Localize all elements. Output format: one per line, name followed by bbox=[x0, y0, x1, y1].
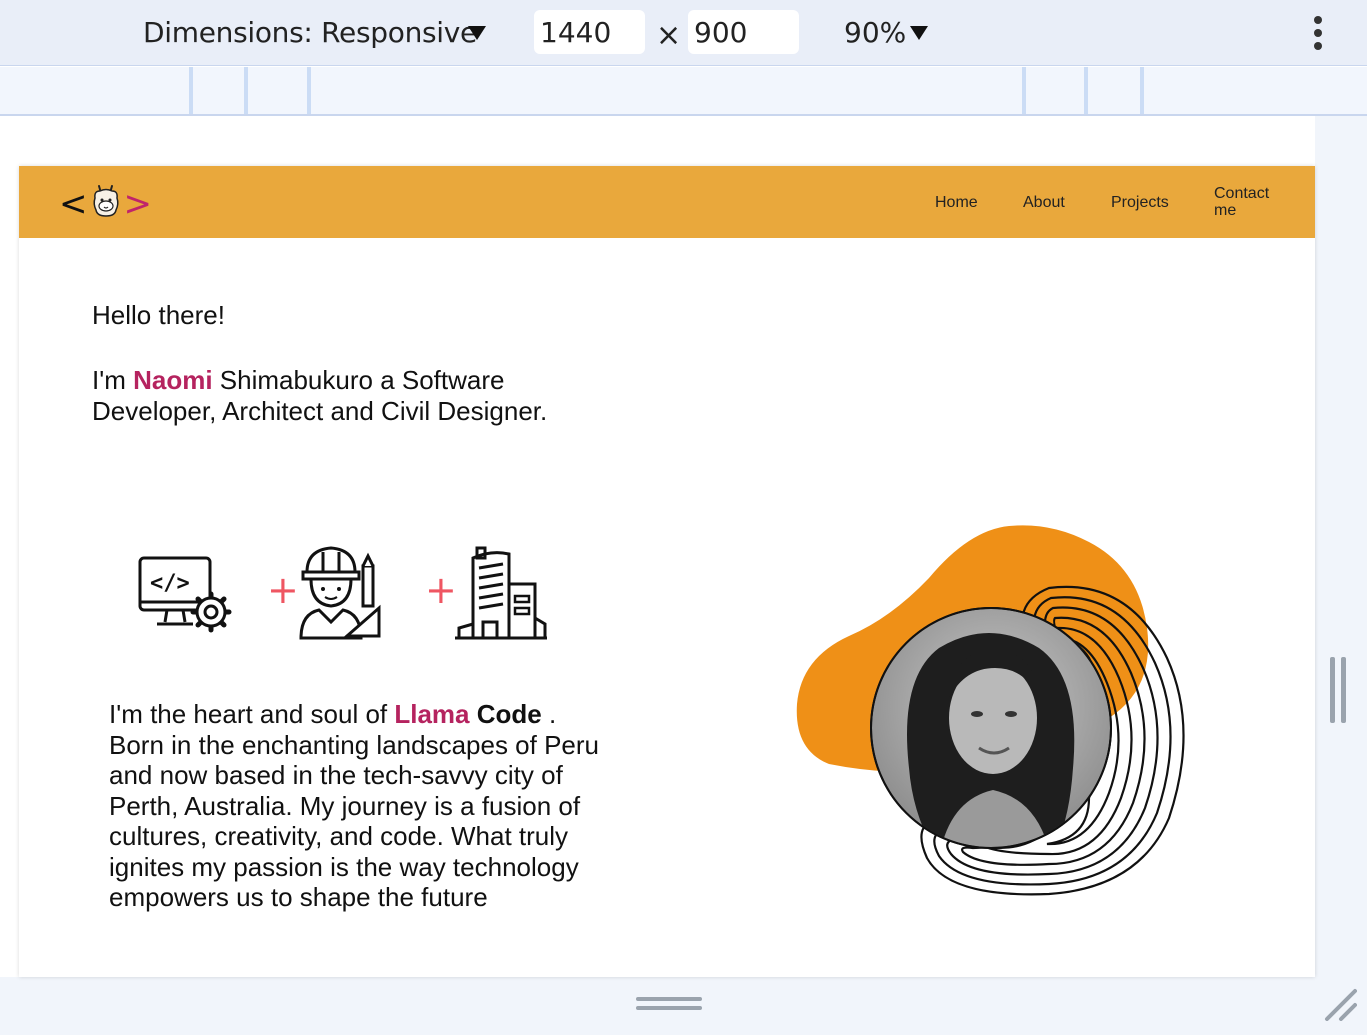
width-input[interactable]: 1440 bbox=[534, 10, 645, 54]
resize-handle-vertical[interactable] bbox=[1330, 657, 1335, 723]
site-navbar: < > Home About Projects Contact me bbox=[19, 166, 1315, 238]
about-paragraph: I'm the heart and soul of Llama Code . B… bbox=[109, 699, 609, 913]
brand-llama: Llama bbox=[394, 699, 470, 729]
nav-contact-line1: Contact bbox=[1214, 185, 1270, 202]
logo-left-bracket: < bbox=[59, 184, 88, 224]
nav-contact-link[interactable]: Contact me bbox=[1214, 185, 1269, 219]
building-icon bbox=[455, 546, 547, 640]
brand-code: Code bbox=[476, 699, 542, 729]
resize-handle-horizontal[interactable] bbox=[636, 997, 702, 1001]
civil-engineer-icon bbox=[299, 546, 381, 640]
height-input[interactable]: 900 bbox=[688, 10, 799, 54]
intro-text: I'm Naomi Shimabukuro a Software Develop… bbox=[92, 365, 612, 427]
ruler-tick bbox=[307, 67, 311, 114]
developer-computer-gear-icon: </> bbox=[138, 556, 232, 633]
skills-icon-row: </> + + bbox=[137, 544, 557, 644]
nav-projects-link[interactable]: Projects bbox=[1111, 194, 1169, 212]
site-logo[interactable]: < > bbox=[59, 184, 152, 224]
nav-home-link[interactable]: Home bbox=[935, 194, 978, 212]
intro-rest-line2: Developer, Architect and Civil Designer. bbox=[92, 396, 548, 426]
zoom-caret-icon[interactable] bbox=[910, 26, 928, 40]
corner-resize-icon[interactable] bbox=[1323, 987, 1357, 1021]
viewport-bottom-resize-area[interactable] bbox=[0, 977, 1367, 1035]
times-symbol: × bbox=[656, 18, 682, 53]
hero-illustration bbox=[796, 525, 1185, 896]
emulated-page: < > Home About Projects Contact me Hello… bbox=[19, 166, 1315, 977]
plus-sign: + bbox=[267, 568, 299, 612]
viewport-right-resize-area[interactable] bbox=[1315, 116, 1367, 1027]
ruler-tick bbox=[244, 67, 248, 114]
dimensions-dropdown[interactable]: Dimensions: Responsive bbox=[143, 16, 477, 49]
first-name-highlight: Naomi bbox=[133, 365, 213, 395]
about-lead: I'm the heart and soul of bbox=[109, 699, 395, 729]
about-rest: . Born in the enchanting landscapes of P… bbox=[109, 699, 600, 912]
dimensions-caret-icon[interactable] bbox=[468, 26, 486, 40]
llama-icon bbox=[92, 185, 119, 217]
logo-right-bracket: > bbox=[123, 184, 153, 224]
viewport-left-margin bbox=[0, 116, 19, 977]
nav-about-link[interactable]: About bbox=[1023, 194, 1065, 212]
resize-handle-horizontal[interactable] bbox=[636, 1006, 702, 1010]
intro-rest-line1: Shimabukuro a Software bbox=[212, 365, 505, 395]
intro-prefix: I'm bbox=[92, 365, 134, 395]
greeting-heading: Hello there! bbox=[92, 300, 225, 330]
kebab-menu-icon[interactable] bbox=[1310, 16, 1326, 50]
zoom-dropdown[interactable]: 90% bbox=[844, 16, 906, 49]
ruler-tick bbox=[1140, 67, 1144, 114]
svg-text:</>: </> bbox=[150, 571, 190, 596]
devtools-toolbar: Dimensions: Responsive 1440 × 900 90% bbox=[0, 0, 1367, 66]
resize-handle-vertical[interactable] bbox=[1341, 657, 1346, 723]
ruler-tick bbox=[1022, 67, 1026, 114]
nav-contact-line2: me bbox=[1214, 202, 1237, 219]
media-query-bar[interactable] bbox=[0, 67, 1367, 116]
ruler-tick bbox=[189, 67, 193, 114]
ruler-tick bbox=[1084, 67, 1088, 114]
